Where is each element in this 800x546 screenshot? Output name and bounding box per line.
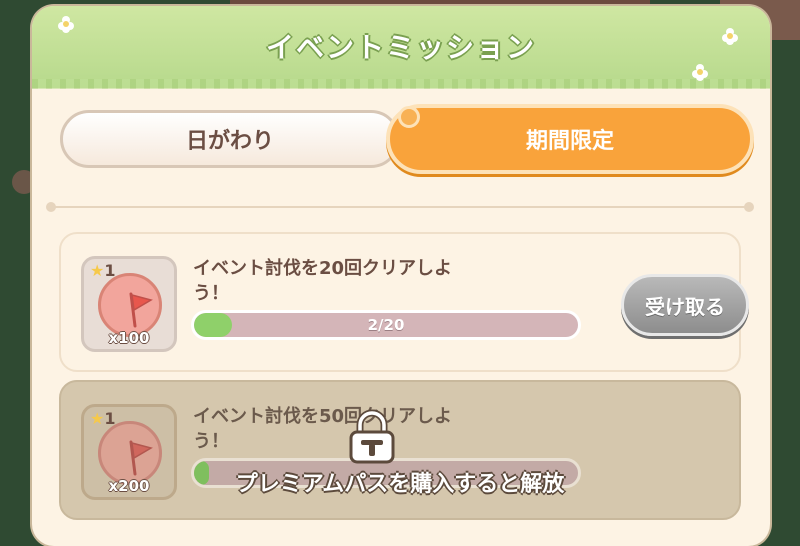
- lock-icon: [349, 409, 395, 464]
- event-mission-panel: イベントミッション 日がわり 期間限定 ★1 x100 イベント討伐を20回クリ…: [32, 6, 770, 546]
- reward-quantity: x100: [108, 329, 150, 347]
- tab-indicator-dot: [398, 106, 420, 128]
- unlock-message: プレミアムパスを購入すると解放: [235, 472, 565, 497]
- panel-title: イベントミッション: [265, 31, 536, 64]
- progress-bar: 2/20: [191, 310, 581, 340]
- mission-card-locked: ★1 x200 イベント討伐を50回クリアしよ う！: [59, 380, 741, 520]
- star-level-badge: ★1: [90, 261, 115, 280]
- tab-daily-label: 日がわり: [185, 129, 274, 154]
- mission-title-line2: う！: [193, 283, 229, 304]
- star-icon: ★: [90, 261, 105, 280]
- tab-daily[interactable]: 日がわり: [60, 110, 400, 168]
- mission-tabs: 日がわり 期間限定: [60, 104, 754, 176]
- panel-header: イベントミッション: [32, 6, 770, 89]
- reward-item[interactable]: ★1 x100: [81, 256, 177, 352]
- tab-limited[interactable]: 期間限定: [386, 104, 754, 174]
- mission-title-line1: イベント討伐を20回クリアしよ: [193, 258, 453, 279]
- claim-button-label: 受け取る: [645, 294, 725, 319]
- flower-icon: [692, 64, 708, 81]
- star-level: 1: [104, 409, 116, 428]
- star-icon: ★: [90, 409, 105, 428]
- star-level-badge: ★1: [90, 409, 115, 428]
- mission-title: イベント討伐を20回クリアしよ う！: [193, 256, 533, 306]
- divider: [46, 202, 754, 212]
- grass-decoration: [32, 79, 770, 89]
- progress-text: 2/20: [367, 316, 405, 334]
- flag-medal-icon: [98, 273, 162, 337]
- claim-button[interactable]: 受け取る: [621, 274, 749, 336]
- tab-limited-label: 期間限定: [525, 129, 614, 154]
- mission-card: ★1 x100 イベント討伐を20回クリアしよ う！ 2/20 受け取る: [59, 232, 749, 372]
- star-level: 1: [104, 261, 116, 280]
